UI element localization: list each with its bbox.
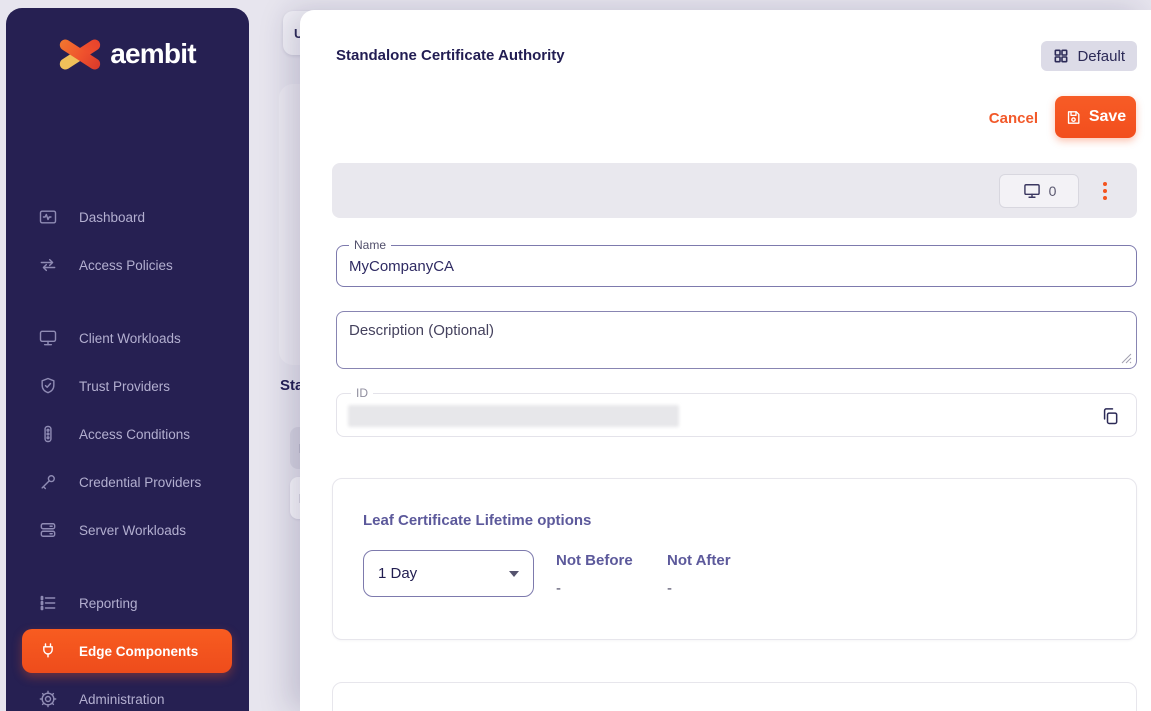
not-after-label: Not After	[667, 552, 731, 569]
sidebar-section-middle: Client Workloads Trust Providers Access …	[6, 314, 249, 554]
lifetime-card-title: Leaf Certificate Lifetime options	[363, 512, 591, 529]
brand-logo: aembit	[6, 32, 249, 76]
brand-name: aembit	[110, 38, 195, 70]
sidebar-item-label: Edge Components	[79, 644, 198, 659]
drawer-title: Standalone Certificate Authority	[336, 47, 565, 64]
not-before-value: -	[556, 580, 633, 597]
lifetime-duration-value: 1 Day	[378, 565, 417, 582]
trust-providers-icon	[38, 376, 58, 396]
save-icon	[1065, 109, 1082, 126]
not-after-value: -	[667, 580, 731, 597]
sidebar-item-edge-components[interactable]: Edge Components	[22, 629, 232, 673]
not-before-column: Not Before -	[556, 552, 633, 597]
sidebar-item-label: Reporting	[79, 596, 138, 611]
description-textarea[interactable]	[337, 312, 1136, 368]
drawer-toolbar: 0	[332, 163, 1137, 218]
default-button-label: Default	[1077, 48, 1125, 65]
sidebar-item-label: Administration	[79, 692, 165, 707]
default-button[interactable]: Default	[1041, 41, 1137, 71]
not-before-label: Not Before	[556, 552, 633, 569]
client-workloads-icon	[38, 328, 58, 348]
sidebar-item-client-workloads[interactable]: Client Workloads	[6, 314, 249, 362]
sidebar-item-label: Credential Providers	[79, 475, 201, 490]
description-field	[336, 311, 1137, 369]
save-button[interactable]: Save	[1055, 96, 1136, 138]
access-conditions-icon	[38, 424, 58, 444]
chevron-down-icon	[509, 571, 519, 577]
client-workload-count-box[interactable]: 0	[999, 174, 1079, 208]
id-field: ID	[336, 393, 1137, 437]
next-section-card	[332, 682, 1137, 711]
dashboard-icon	[38, 207, 58, 227]
sidebar-item-label: Trust Providers	[79, 379, 170, 394]
sidebar-item-label: Server Workloads	[79, 523, 186, 538]
administration-icon	[38, 689, 58, 709]
sidebar: aembit Dashboard Access Policies Client …	[6, 8, 249, 711]
sidebar-item-label: Access Policies	[79, 258, 173, 273]
sidebar-item-label: Access Conditions	[79, 427, 190, 442]
server-workloads-icon	[38, 520, 58, 540]
sidebar-item-server-workloads[interactable]: Server Workloads	[6, 506, 249, 554]
monitor-icon	[1022, 181, 1042, 201]
sidebar-item-credential-providers[interactable]: Credential Providers	[6, 458, 249, 506]
sidebar-item-access-policies[interactable]: Access Policies	[6, 241, 249, 289]
reporting-icon	[38, 593, 58, 613]
credential-providers-icon	[38, 472, 58, 492]
client-workload-count: 0	[1049, 183, 1057, 199]
sidebar-section-bottom: Reporting Edge Components Administration	[6, 579, 249, 711]
sidebar-item-trust-providers[interactable]: Trust Providers	[6, 362, 249, 410]
name-field: Name	[336, 245, 1137, 287]
sidebar-section-top: Dashboard Access Policies	[6, 193, 249, 289]
copy-icon[interactable]	[1100, 404, 1124, 428]
sidebar-item-label: Client Workloads	[79, 331, 181, 346]
leaf-certificate-lifetime-card: Leaf Certificate Lifetime options 1 Day …	[332, 478, 1137, 640]
sidebar-item-reporting[interactable]: Reporting	[6, 579, 249, 627]
lifetime-duration-select[interactable]: 1 Day	[363, 550, 534, 597]
name-input[interactable]	[337, 246, 1136, 286]
id-field-label: ID	[351, 386, 373, 400]
name-field-label: Name	[349, 238, 391, 252]
grid-icon	[1053, 48, 1069, 64]
id-redacted-value	[348, 405, 679, 427]
aembit-x-icon	[59, 35, 103, 73]
save-button-label: Save	[1089, 108, 1126, 126]
cancel-button[interactable]: Cancel	[989, 110, 1038, 127]
sidebar-item-label: Dashboard	[79, 210, 145, 225]
standalone-ca-drawer: Standalone Certificate Authority Default…	[300, 10, 1151, 711]
not-after-column: Not After -	[667, 552, 731, 597]
kebab-menu-icon[interactable]	[1099, 178, 1111, 204]
access-policies-icon	[38, 255, 58, 275]
edge-components-icon	[38, 641, 58, 661]
sidebar-item-administration[interactable]: Administration	[6, 675, 249, 711]
resize-handle-icon[interactable]	[1121, 353, 1132, 364]
sidebar-item-dashboard[interactable]: Dashboard	[6, 193, 249, 241]
sidebar-item-access-conditions[interactable]: Access Conditions	[6, 410, 249, 458]
